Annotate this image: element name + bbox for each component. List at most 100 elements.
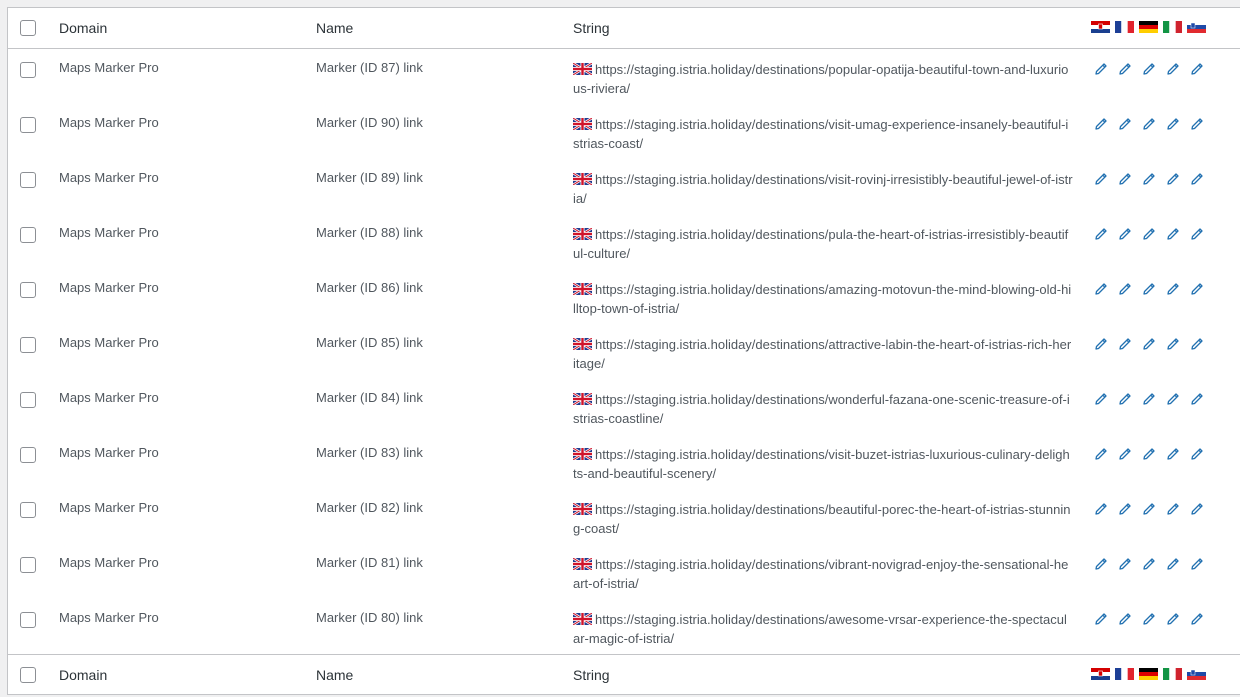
edit-translation-si-icon[interactable] — [1189, 556, 1205, 572]
si-flag-icon — [1187, 21, 1206, 33]
row-checkbox[interactable] — [20, 612, 36, 628]
column-header-name[interactable]: Name — [316, 20, 353, 36]
edit-translation-de-icon[interactable] — [1141, 556, 1157, 572]
row-checkbox[interactable] — [20, 337, 36, 353]
row-checkbox[interactable] — [20, 117, 36, 133]
uk-flag-icon — [573, 283, 592, 295]
row-name: Marker (ID 87) link — [316, 60, 423, 75]
row-string: https://staging.istria.holiday/destinati… — [573, 335, 1073, 373]
edit-translation-it-icon[interactable] — [1165, 501, 1181, 517]
edit-translation-it-icon[interactable] — [1165, 391, 1181, 407]
edit-translation-de-icon[interactable] — [1141, 446, 1157, 462]
table-row: Maps Marker Pro Marker (ID 90) link https:… — [8, 104, 1240, 159]
column-footer-name[interactable]: Name — [316, 667, 353, 683]
edit-translation-de-icon[interactable] — [1141, 116, 1157, 132]
edit-translation-de-icon[interactable] — [1141, 281, 1157, 297]
row-string: https://staging.istria.holiday/destinati… — [573, 610, 1073, 648]
edit-translation-hr-icon[interactable] — [1093, 171, 1109, 187]
edit-translation-it-icon[interactable] — [1165, 446, 1181, 462]
uk-flag-icon — [573, 448, 592, 460]
edit-translation-it-icon[interactable] — [1165, 281, 1181, 297]
edit-translation-hr-icon[interactable] — [1093, 281, 1109, 297]
row-domain: Maps Marker Pro — [59, 225, 159, 240]
edit-translation-de-icon[interactable] — [1141, 171, 1157, 187]
edit-translation-de-icon[interactable] — [1141, 336, 1157, 352]
edit-translation-de-icon[interactable] — [1141, 226, 1157, 242]
edit-translation-fr-icon[interactable] — [1117, 281, 1133, 297]
row-checkbox[interactable] — [20, 557, 36, 573]
row-checkbox[interactable] — [20, 502, 36, 518]
edit-translation-fr-icon[interactable] — [1117, 226, 1133, 242]
edit-translation-si-icon[interactable] — [1189, 336, 1205, 352]
edit-translation-de-icon[interactable] — [1141, 61, 1157, 77]
edit-translation-it-icon[interactable] — [1165, 556, 1181, 572]
edit-translation-hr-icon[interactable] — [1093, 336, 1109, 352]
edit-translation-it-icon[interactable] — [1165, 226, 1181, 242]
edit-translation-hr-icon[interactable] — [1093, 116, 1109, 132]
row-string: https://staging.istria.holiday/destinati… — [573, 445, 1073, 483]
edit-translation-si-icon[interactable] — [1189, 611, 1205, 627]
edit-translation-it-icon[interactable] — [1165, 171, 1181, 187]
row-domain: Maps Marker Pro — [59, 60, 159, 75]
edit-translation-fr-icon[interactable] — [1117, 501, 1133, 517]
row-checkbox[interactable] — [20, 62, 36, 78]
edit-translation-de-icon[interactable] — [1141, 391, 1157, 407]
edit-translation-fr-icon[interactable] — [1117, 336, 1133, 352]
edit-translation-hr-icon[interactable] — [1093, 226, 1109, 242]
select-all-checkbox-footer[interactable] — [20, 667, 36, 683]
column-footer-string[interactable]: String — [573, 667, 1073, 683]
edit-translation-fr-icon[interactable] — [1117, 391, 1133, 407]
row-domain: Maps Marker Pro — [59, 500, 159, 515]
edit-translation-si-icon[interactable] — [1189, 61, 1205, 77]
edit-translation-de-icon[interactable] — [1141, 501, 1157, 517]
edit-translation-fr-icon[interactable] — [1117, 556, 1133, 572]
column-footer-domain[interactable]: Domain — [59, 667, 107, 683]
edit-translation-it-icon[interactable] — [1165, 116, 1181, 132]
edit-translation-si-icon[interactable] — [1189, 116, 1205, 132]
edit-translation-si-icon[interactable] — [1189, 226, 1205, 242]
row-name: Marker (ID 89) link — [316, 170, 423, 185]
edit-translation-si-icon[interactable] — [1189, 281, 1205, 297]
edit-translation-fr-icon[interactable] — [1117, 61, 1133, 77]
edit-translation-fr-icon[interactable] — [1117, 171, 1133, 187]
row-checkbox[interactable] — [20, 392, 36, 408]
row-checkbox[interactable] — [20, 227, 36, 243]
edit-translation-si-icon[interactable] — [1189, 446, 1205, 462]
edit-translation-fr-icon[interactable] — [1117, 446, 1133, 462]
uk-flag-icon — [573, 228, 592, 240]
edit-translation-si-icon[interactable] — [1189, 391, 1205, 407]
edit-translation-de-icon[interactable] — [1141, 611, 1157, 627]
row-string: https://staging.istria.holiday/destinati… — [573, 280, 1073, 318]
row-checkbox[interactable] — [20, 172, 36, 188]
row-translation-edits — [1093, 226, 1205, 242]
table-row: Maps Marker Pro Marker (ID 82) link https:… — [8, 489, 1240, 544]
edit-translation-fr-icon[interactable] — [1117, 611, 1133, 627]
si-flag-icon — [1187, 668, 1206, 680]
column-header-domain[interactable]: Domain — [59, 20, 107, 36]
row-translation-edits — [1093, 61, 1205, 77]
edit-translation-fr-icon[interactable] — [1117, 116, 1133, 132]
table-row: Maps Marker Pro Marker (ID 83) link https:… — [8, 434, 1240, 489]
table-row: Maps Marker Pro Marker (ID 87) link https:… — [8, 49, 1240, 104]
edit-translation-hr-icon[interactable] — [1093, 611, 1109, 627]
row-name: Marker (ID 84) link — [316, 390, 423, 405]
edit-translation-hr-icon[interactable] — [1093, 391, 1109, 407]
row-domain: Maps Marker Pro — [59, 390, 159, 405]
it-flag-icon — [1163, 668, 1182, 680]
edit-translation-it-icon[interactable] — [1165, 61, 1181, 77]
edit-translation-si-icon[interactable] — [1189, 171, 1205, 187]
edit-translation-it-icon[interactable] — [1165, 336, 1181, 352]
edit-translation-hr-icon[interactable] — [1093, 446, 1109, 462]
row-checkbox[interactable] — [20, 447, 36, 463]
column-header-string[interactable]: String — [573, 20, 1073, 36]
table-row: Maps Marker Pro Marker (ID 86) link https:… — [8, 269, 1240, 324]
edit-translation-si-icon[interactable] — [1189, 501, 1205, 517]
select-all-checkbox[interactable] — [20, 20, 36, 36]
edit-translation-it-icon[interactable] — [1165, 611, 1181, 627]
row-checkbox[interactable] — [20, 282, 36, 298]
edit-translation-hr-icon[interactable] — [1093, 556, 1109, 572]
edit-translation-hr-icon[interactable] — [1093, 501, 1109, 517]
row-string: https://staging.istria.holiday/destinati… — [573, 170, 1073, 208]
edit-translation-hr-icon[interactable] — [1093, 61, 1109, 77]
fr-flag-icon — [1115, 668, 1134, 680]
